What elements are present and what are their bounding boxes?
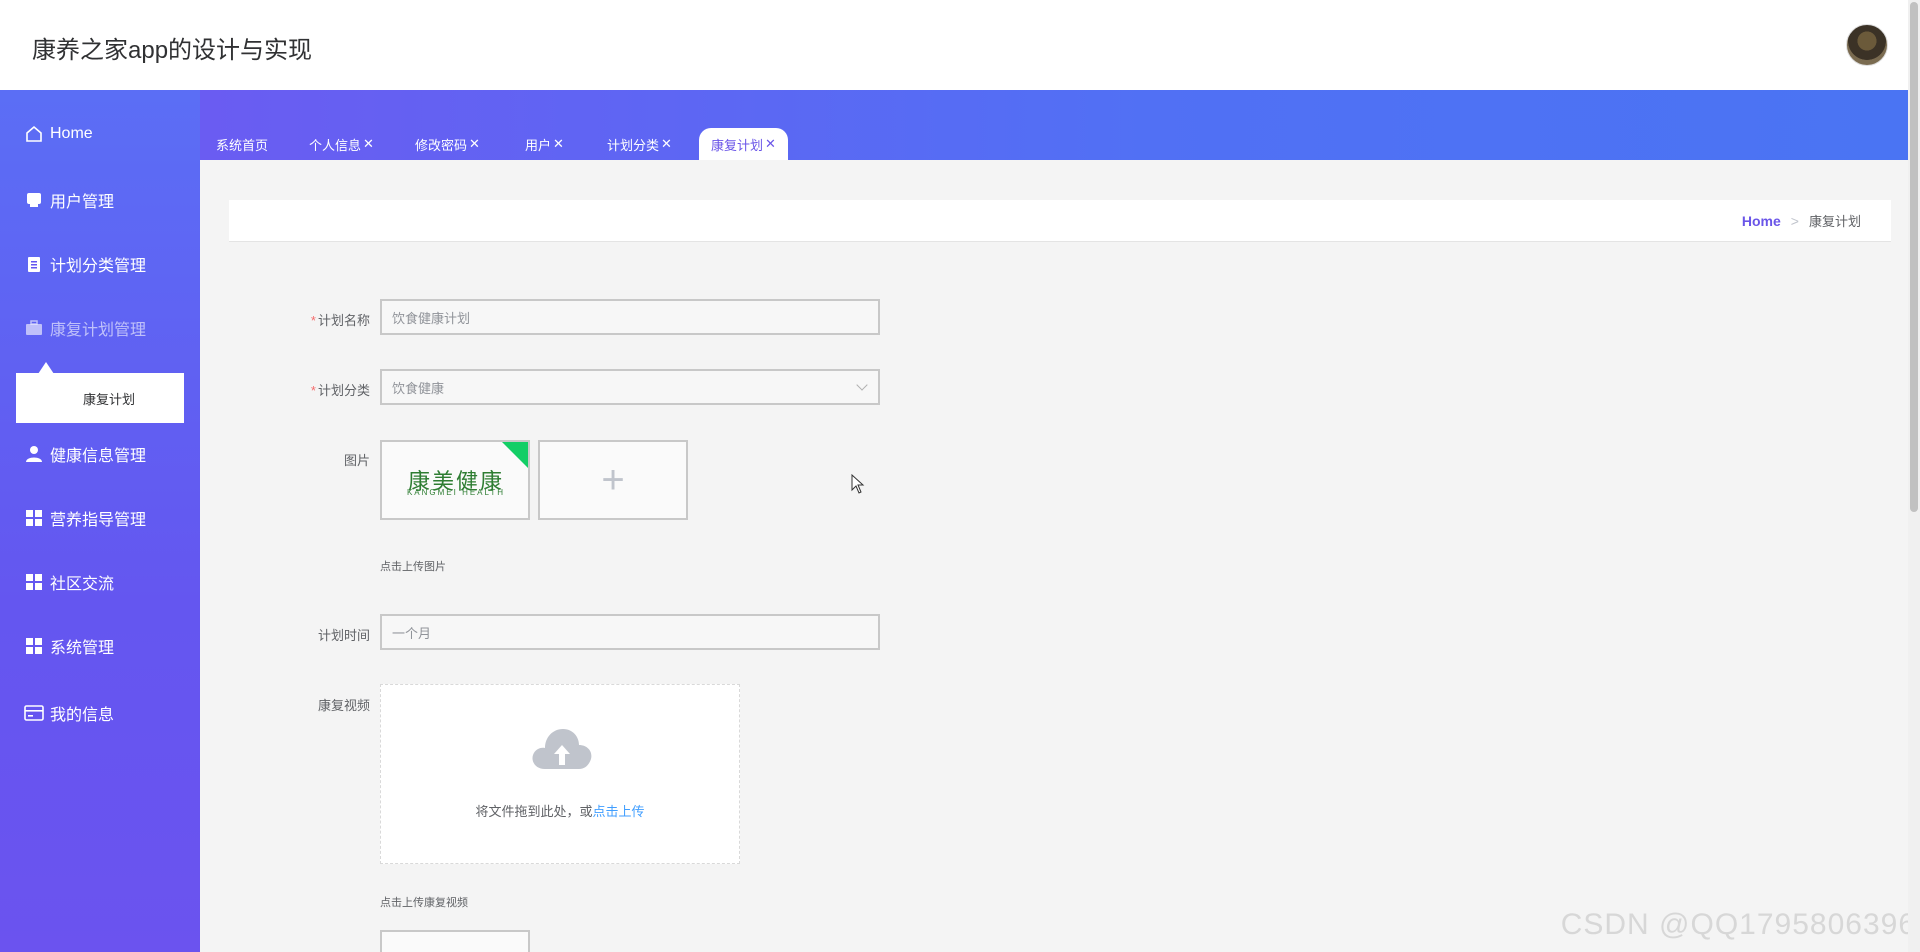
plan-category-label: * 计划分类 <box>280 380 370 399</box>
sidebar-item-label: Home <box>50 125 93 142</box>
plan-time-label: 计划时间 <box>280 625 370 644</box>
breadcrumb-current: 康复计划 <box>1808 214 1861 229</box>
person-icon <box>24 444 44 464</box>
uploaded-image-thumbnail[interactable]: 康美健康 KANGMEI HEALTH <box>380 440 530 520</box>
dropzone-upload-link[interactable]: 点击上传 <box>593 804 645 819</box>
submenu-item-label: 康复计划 <box>83 392 136 407</box>
video-upload-hint: 点击上传康复视频 <box>380 897 468 909</box>
plus-icon: + <box>601 457 625 502</box>
top-header: 康养之家app的设计与实现 <box>0 0 1920 90</box>
plan-name-label: * 计划名称 <box>280 310 370 329</box>
tab-label: 个人信息 <box>309 137 362 153</box>
plan-category-value: 饮食健康 <box>392 380 445 396</box>
user-avatar[interactable] <box>1846 24 1888 66</box>
video-label: 康复视频 <box>280 695 370 714</box>
tab-label: 康复计划 <box>711 137 764 153</box>
grid-icon <box>24 636 44 656</box>
sidebar-item-plan-category[interactable]: 计划分类管理 <box>24 244 146 284</box>
close-icon[interactable]: ✕ <box>469 136 480 152</box>
image-label-text: 图片 <box>343 453 370 468</box>
sidebar-item-community[interactable]: 社区交流 <box>24 562 114 602</box>
plan-time-input[interactable]: 一个月 <box>380 614 880 650</box>
image-upload-hint: 点击上传图片 <box>380 561 446 573</box>
sidebar-item-label: 系统管理 <box>50 640 115 657</box>
success-corner-badge <box>501 442 528 469</box>
sidebar-item-health-info[interactable]: 健康信息管理 <box>24 434 146 474</box>
image-label: 图片 <box>280 450 370 469</box>
tab-label: 系统首页 <box>216 137 269 153</box>
close-icon[interactable]: ✕ <box>553 136 564 152</box>
sidebar-item-home[interactable]: Home <box>24 114 93 154</box>
dropzone-instruction: 将文件拖到此处，或 <box>475 804 593 819</box>
plan-time-value: 一个月 <box>392 625 432 641</box>
tab-home[interactable]: 系统首页 <box>204 128 280 160</box>
tab-change-password[interactable]: 修改密码 ✕ <box>403 128 492 160</box>
mouse-cursor-icon <box>851 474 865 494</box>
tab-label: 用户 <box>525 137 552 153</box>
chevron-down-icon <box>856 379 868 391</box>
clipboard-icon <box>24 254 44 274</box>
upload-cloud-icon <box>532 729 592 769</box>
tab-label: 计划分类 <box>607 137 660 153</box>
tab-rehab-plan[interactable]: 康复计划 ✕ <box>699 128 788 160</box>
image-upload-button[interactable]: + <box>538 440 688 520</box>
plan-name-label-text: 计划名称 <box>317 313 370 328</box>
plan-name-value: 饮食健康计划 <box>392 310 471 326</box>
sidebar-item-label: 营养指导管理 <box>50 512 147 529</box>
breadcrumb: Home > 康复计划 <box>229 200 1891 242</box>
close-icon[interactable]: ✕ <box>363 136 374 152</box>
plan-category-select[interactable]: 饮食健康 <box>380 369 880 405</box>
image-logo-subtext: KANGMEI HEALTH <box>406 488 506 497</box>
sidebar: Home 用户管理 计划分类管理 康复计划管理 康复计划 健康信息管理 营养指导… <box>0 90 200 952</box>
app-title: 康养之家app的设计与实现 <box>32 37 313 64</box>
breadcrumb-home[interactable]: Home <box>1742 213 1781 229</box>
page-scrollbar[interactable] <box>1908 0 1920 952</box>
sidebar-item-rehab-plan[interactable]: 康复计划管理 <box>24 308 146 348</box>
video-dropzone[interactable]: 将文件拖到此处，或点击上传 <box>380 684 740 864</box>
watermark: CSDN @QQ1795806396 <box>1560 908 1916 941</box>
briefcase-icon <box>24 318 44 338</box>
required-mark: * <box>310 383 316 398</box>
plan-category-label-text: 计划分类 <box>317 383 370 398</box>
required-mark: * <box>310 313 316 328</box>
video-label-text: 康复视频 <box>317 698 370 713</box>
tab-users[interactable]: 用户 ✕ <box>513 128 576 160</box>
user-card-icon <box>24 190 44 210</box>
next-upload-box[interactable] <box>380 930 530 952</box>
sidebar-item-nutrition[interactable]: 营养指导管理 <box>24 498 146 538</box>
sidebar-item-label: 健康信息管理 <box>50 448 147 465</box>
sidebar-item-my-info[interactable]: 我的信息 <box>24 693 114 733</box>
tab-plan-category[interactable]: 计划分类 ✕ <box>595 128 684 160</box>
home-icon <box>24 124 44 144</box>
tab-personal-info[interactable]: 个人信息 ✕ <box>297 128 386 160</box>
main-content: Home > 康复计划 * 计划名称 饮食健康计划 * 计划分类 饮食健康 图片 康… <box>200 160 1920 952</box>
grid-icon <box>24 572 44 592</box>
close-icon[interactable]: ✕ <box>765 136 776 152</box>
sidebar-item-label: 计划分类管理 <box>50 258 147 275</box>
dropzone-text: 将文件拖到此处，或点击上传 <box>381 801 739 820</box>
breadcrumb-separator: > <box>1790 212 1799 229</box>
sidebar-item-system[interactable]: 系统管理 <box>24 626 114 666</box>
sidebar-item-user-management[interactable]: 用户管理 <box>24 180 114 220</box>
sidebar-item-label: 我的信息 <box>50 707 115 724</box>
sidebar-item-label: 康复计划管理 <box>50 322 147 339</box>
tab-label: 修改密码 <box>415 137 468 153</box>
id-card-icon <box>24 703 44 723</box>
plan-name-input[interactable]: 饮食健康计划 <box>380 299 880 335</box>
sidebar-item-label: 用户管理 <box>50 194 115 211</box>
close-icon[interactable]: ✕ <box>661 136 672 152</box>
submenu-rehab-plan[interactable]: 康复计划 <box>16 373 184 423</box>
plan-time-label-text: 计划时间 <box>317 628 370 643</box>
scrollbar-thumb[interactable] <box>1910 2 1918 512</box>
tab-bar: 系统首页 个人信息 ✕ 修改密码 ✕ 用户 ✕ 计划分类 ✕ 康复计划 ✕ <box>200 90 1920 160</box>
grid-icon <box>24 508 44 528</box>
sidebar-item-label: 社区交流 <box>50 576 115 593</box>
